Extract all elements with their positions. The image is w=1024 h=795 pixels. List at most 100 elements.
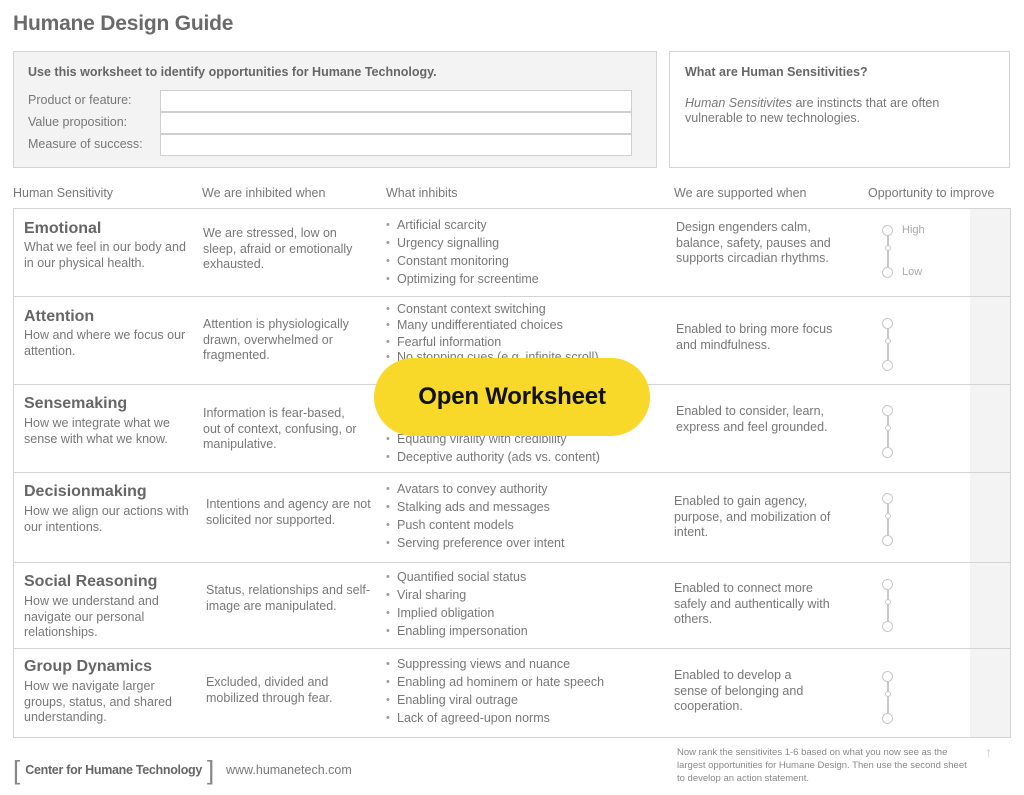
inhibitor-item: • Lack of agreed-upon norms — [384, 709, 674, 727]
page-title: Humane Design Guide — [13, 12, 234, 35]
supported-when: Enabled to gain agency, purpose, and mob… — [674, 494, 831, 539]
opportunity-rating[interactable] — [880, 579, 950, 632]
bullet-icon: • — [386, 451, 390, 463]
rating-low-option[interactable] — [882, 621, 893, 632]
org-logo: [ Center for Humane Technology ] — [13, 757, 214, 783]
rating-high-option[interactable] — [882, 318, 893, 329]
supported-when: Design engenders calm, balance, safety, … — [676, 220, 831, 265]
rating-track — [887, 499, 889, 539]
column-header-inhibited: We are inhibited when — [202, 186, 326, 200]
column-header-inhibits: What inhibits — [386, 186, 458, 200]
sensitivity-description: How we navigate larger groups, status, a… — [24, 679, 173, 724]
inhibitor-item: • Serving preference over intent — [384, 534, 674, 552]
rating-medium-option[interactable] — [884, 245, 891, 251]
rating-high-option[interactable] — [882, 579, 893, 590]
arrow-up-icon[interactable]: ↑ — [985, 744, 992, 760]
inhibitor-text: Constant monitoring — [397, 254, 509, 268]
inhibitor-item: • Artificial scarcity — [384, 216, 674, 234]
sensitivity-name: Social Reasoning — [24, 573, 158, 590]
bullet-icon: • — [386, 607, 390, 619]
inhibitor-item: • Constant context switching — [384, 300, 674, 318]
rating-high-option[interactable] — [882, 405, 893, 416]
rating-medium-option[interactable] — [884, 599, 891, 605]
measure-of-success-label: Measure of success: — [28, 137, 143, 151]
supported-when: Enabled to develop a sense of belonging … — [674, 668, 804, 713]
opportunity-rating[interactable]: High Low — [880, 224, 950, 278]
sensitivity-name: Emotional — [24, 220, 102, 237]
inhibitor-item: • Implied obligation — [384, 604, 674, 622]
inhibitor-item: • Stalking ads and messages — [384, 498, 674, 516]
bullet-icon: • — [386, 537, 390, 549]
bullet-icon: • — [386, 303, 390, 315]
bullet-icon: • — [386, 319, 390, 331]
inhibitor-item: • Suppressing views and nuance — [384, 655, 674, 673]
inhibitor-item: • Constant monitoring — [384, 252, 674, 270]
inhibitor-text: Quantified social status — [397, 570, 527, 584]
rating-low-option[interactable] — [882, 267, 893, 278]
value-proposition-input[interactable] — [160, 112, 632, 134]
inhibitor-item: • Enabling ad hominem or hate speech — [384, 673, 674, 691]
column-header-supported: We are supported when — [674, 186, 807, 200]
opportunity-rating[interactable] — [880, 405, 950, 458]
product-field-label: Product or feature: — [28, 93, 132, 107]
inhibitor-text: Viral sharing — [397, 588, 467, 602]
inhibitor-text: Many undifferentiated choices — [397, 318, 563, 332]
sensitivity-description: How we understand and navigate our perso… — [24, 594, 159, 639]
sensitivity-name: Group Dynamics — [24, 658, 153, 675]
rating-high-option[interactable] — [882, 225, 893, 236]
intro-heading: Use this worksheet to identify opportuni… — [28, 65, 437, 79]
bullet-icon: • — [386, 255, 390, 267]
inhibitor-text: Enabling viral outrage — [397, 693, 518, 707]
bullet-icon: • — [386, 589, 390, 601]
inhibited-when: Information is fear-based, out of contex… — [203, 406, 357, 451]
inhibitor-text: Enabling impersonation — [397, 624, 528, 638]
rating-high-option[interactable] — [882, 671, 893, 682]
rating-low-option[interactable] — [882, 447, 893, 458]
rating-medium-option[interactable] — [884, 338, 891, 344]
inhibitors-list: • Avatars to convey authority • Stalking a… — [384, 480, 674, 552]
inhibited-when: We are stressed, low on sleep, afraid or… — [203, 226, 353, 271]
value-proposition-field-row: Value proposition: — [28, 112, 638, 134]
inhibited-when: Intentions and agency are not solicited … — [206, 497, 371, 527]
rating-medium-option[interactable] — [884, 513, 891, 519]
bullet-icon: • — [386, 694, 390, 706]
product-field-input[interactable] — [160, 90, 632, 112]
inhibitor-text: Deceptive authority (ads vs. content) — [397, 450, 600, 464]
opportunity-rating[interactable] — [880, 671, 950, 724]
bullet-icon: • — [386, 658, 390, 670]
open-worksheet-button[interactable]: Open Worksheet — [374, 358, 650, 436]
website-link[interactable]: www.humanetech.com — [226, 763, 352, 777]
sensitivity-name: Attention — [24, 308, 95, 325]
rating-high-option[interactable] — [882, 493, 893, 504]
rating-low-option[interactable] — [882, 535, 893, 546]
bullet-icon: • — [386, 335, 390, 348]
inhibitor-text: Implied obligation — [397, 606, 495, 620]
inhibitor-text: Fearful information — [397, 334, 502, 349]
inhibited-when: Status, relationships and self-image are… — [206, 583, 370, 613]
column-header-opportunity: Opportunity to improve — [868, 186, 995, 200]
human-sensitivities-info-panel: What are Human Sensitivities? Human Sens… — [669, 51, 1010, 168]
inhibitor-item: • Deceptive authority (ads vs. content) — [384, 448, 674, 466]
inhibitor-item: • Optimizing for screentime — [384, 270, 674, 288]
sensitivity-description: What we feel in our body and in our phys… — [24, 240, 186, 270]
info-text: Human Sensitivites are instincts that ar… — [685, 96, 945, 126]
inhibitor-text: Serving preference over intent — [397, 536, 565, 550]
inhibitor-item: • Urgency signalling — [384, 234, 674, 252]
rating-low-option[interactable] — [882, 360, 893, 371]
opportunity-rating[interactable] — [880, 318, 950, 371]
inhibitor-item: • Viral sharing — [384, 586, 674, 604]
bullet-icon: • — [386, 219, 390, 231]
rating-low-option[interactable] — [882, 713, 893, 724]
sensitivity-name: Sensemaking — [24, 395, 128, 412]
rating-medium-option[interactable] — [884, 425, 891, 431]
supported-when: Enabled to connect more safely and authe… — [674, 581, 830, 626]
inhibited-when: Attention is physiologically drawn, over… — [203, 317, 349, 362]
measure-of-success-input[interactable] — [160, 134, 632, 156]
inhibitor-item: • Quantified social status — [384, 568, 674, 586]
sensitivity-table: Emotional What we feel in our body and i… — [13, 208, 1011, 738]
supported-when: Enabled to bring more focus and mindfuln… — [676, 322, 833, 352]
rating-track — [887, 677, 889, 717]
inhibitor-item: • Push content models — [384, 516, 674, 534]
opportunity-rating[interactable] — [880, 493, 950, 546]
rating-medium-option[interactable] — [884, 691, 891, 697]
